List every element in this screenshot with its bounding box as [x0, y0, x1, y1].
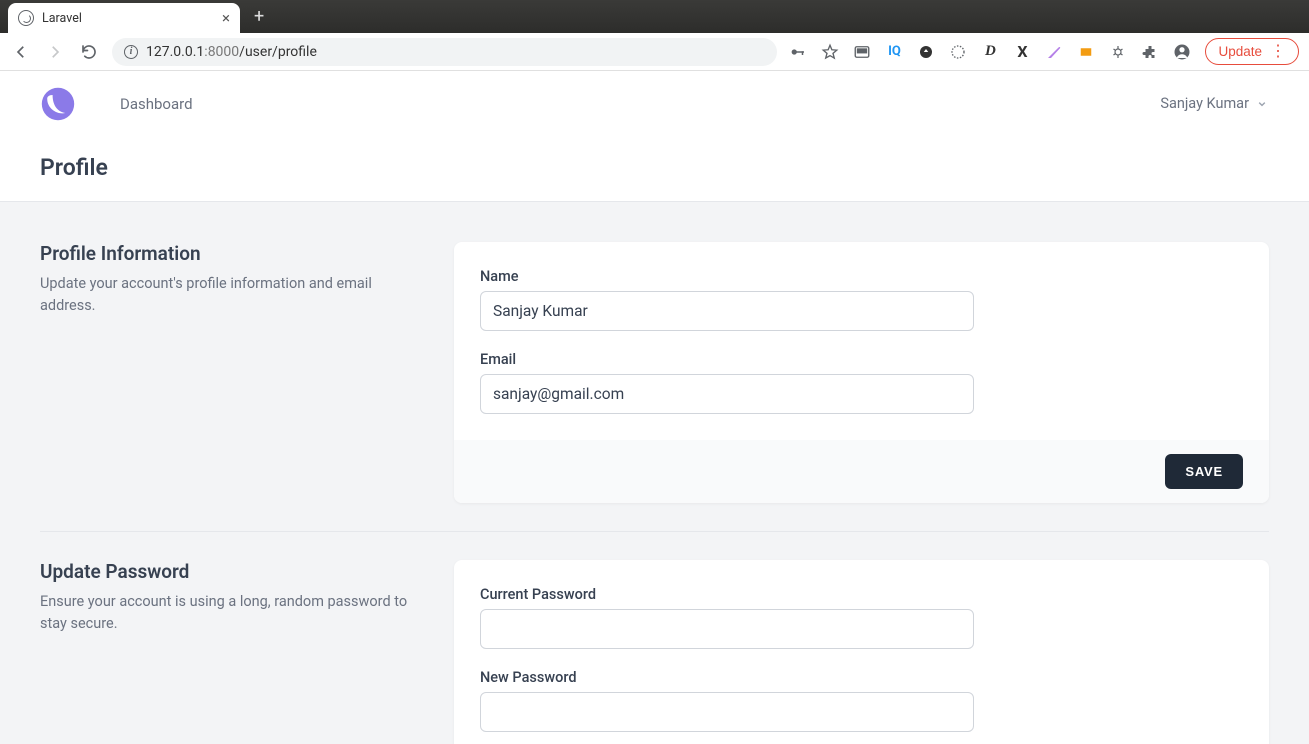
- name-input[interactable]: [480, 291, 974, 331]
- orange-extension-icon[interactable]: [1077, 43, 1095, 61]
- app-header: Dashboard Sanjay Kumar Profile: [0, 71, 1309, 201]
- page-viewport: Dashboard Sanjay Kumar Profile Profile I…: [0, 71, 1309, 744]
- page-title-bar: Profile: [40, 136, 1269, 201]
- iq-extension-icon[interactable]: IQ: [885, 43, 903, 61]
- profile-avatar-icon[interactable]: [1173, 43, 1191, 61]
- update-password-card: Current Password New Password: [454, 560, 1269, 744]
- address-bar[interactable]: i 127.0.0.1:8000/user/profile: [112, 38, 777, 66]
- update-password-heading: Update Password: [40, 560, 420, 583]
- top-nav: Dashboard Sanjay Kumar: [40, 71, 1269, 136]
- profile-info-card: Name Email SAVE: [454, 242, 1269, 503]
- extensions-icon[interactable]: [1141, 43, 1159, 61]
- reload-button[interactable]: [78, 41, 100, 63]
- update-label: Update: [1218, 44, 1262, 59]
- nav-dashboard-link[interactable]: Dashboard: [120, 95, 193, 113]
- update-password-section: Update Password Ensure your account is u…: [40, 560, 1269, 744]
- page-title: Profile: [40, 154, 1229, 181]
- section-divider: [40, 531, 1269, 532]
- new-tab-button[interactable]: +: [240, 6, 278, 27]
- user-name-label: Sanjay Kumar: [1160, 95, 1249, 112]
- bug-extension-icon[interactable]: [1109, 43, 1127, 61]
- update-password-subtext: Ensure your account is using a long, ran…: [40, 591, 420, 636]
- site-info-icon[interactable]: i: [124, 45, 138, 59]
- current-password-input[interactable]: [480, 609, 974, 649]
- new-password-input[interactable]: [480, 692, 974, 732]
- page-body: Profile Information Update your account'…: [0, 201, 1309, 744]
- key-icon[interactable]: [789, 43, 807, 61]
- email-label: Email: [480, 351, 1243, 368]
- tab-title: Laravel: [42, 11, 214, 26]
- chevron-down-icon: [1255, 97, 1269, 111]
- email-input[interactable]: [480, 374, 974, 414]
- cast-icon[interactable]: [853, 43, 871, 61]
- star-icon[interactable]: [821, 43, 839, 61]
- name-label: Name: [480, 268, 1243, 285]
- x-extension-icon[interactable]: X: [1013, 43, 1031, 61]
- close-tab-icon[interactable]: ×: [222, 9, 230, 27]
- profile-info-heading: Profile Information: [40, 242, 420, 265]
- browser-tab[interactable]: Laravel ×: [8, 3, 240, 33]
- forward-button[interactable]: [44, 41, 66, 63]
- save-button[interactable]: SAVE: [1165, 454, 1243, 489]
- back-button[interactable]: [10, 41, 32, 63]
- browser-toolbar: i 127.0.0.1:8000/user/profile IQ D X Upd…: [0, 33, 1309, 71]
- url-text: 127.0.0.1:8000/user/profile: [146, 44, 317, 60]
- user-menu[interactable]: Sanjay Kumar: [1160, 95, 1269, 112]
- toolbar-actions: IQ D X Update ⋮: [789, 38, 1299, 65]
- feather-extension-icon[interactable]: [1045, 43, 1063, 61]
- d-extension-icon[interactable]: D: [981, 43, 999, 61]
- update-password-description: Update Password Ensure your account is u…: [40, 560, 420, 744]
- app-logo: [40, 86, 76, 122]
- profile-info-description: Profile Information Update your account'…: [40, 242, 420, 503]
- current-password-label: Current Password: [480, 586, 1243, 603]
- browser-update-button[interactable]: Update ⋮: [1205, 38, 1299, 65]
- profile-info-section: Profile Information Update your account'…: [40, 242, 1269, 503]
- new-password-label: New Password: [480, 669, 1243, 686]
- globe-icon: [18, 10, 34, 26]
- circle-extension-icon[interactable]: [917, 43, 935, 61]
- browser-tab-strip: Laravel × +: [0, 0, 1309, 33]
- clock-extension-icon[interactable]: [949, 43, 967, 61]
- profile-info-subtext: Update your account's profile informatio…: [40, 273, 420, 318]
